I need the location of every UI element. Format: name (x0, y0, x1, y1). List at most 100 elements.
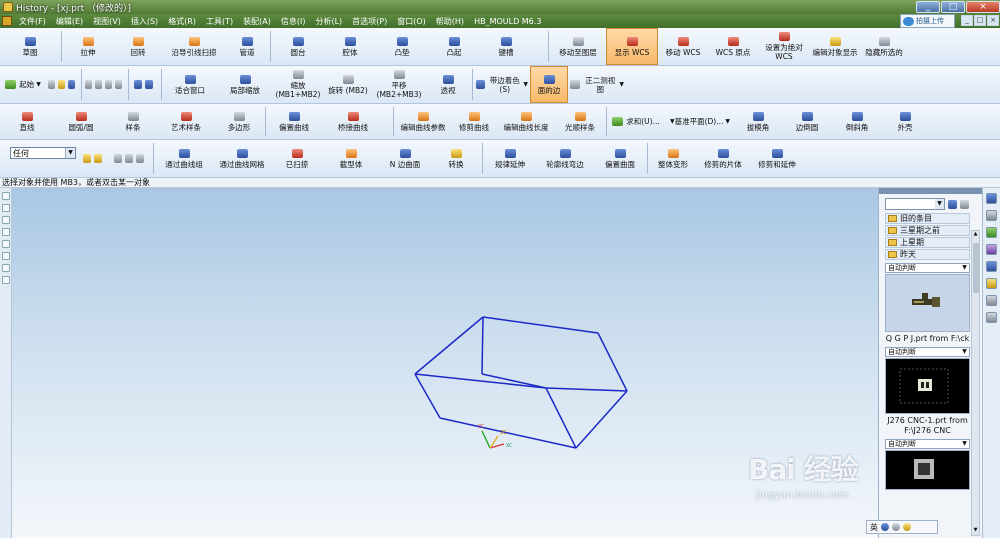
new-file-icon[interactable] (48, 80, 55, 89)
datum-tool-icon[interactable] (2, 276, 10, 284)
offset-curve-button[interactable]: 偏置曲线 (267, 104, 321, 139)
unite-dropdown[interactable]: 求和(U)... (608, 104, 664, 139)
curve-tool-icon[interactable] (2, 216, 10, 224)
shell-button[interactable]: 外壳 (882, 104, 928, 139)
history-entry-combo-1[interactable]: 自动判断 ▼ (885, 263, 970, 273)
bridge-curve-button[interactable]: 桥接曲线 (321, 104, 385, 139)
front-left-vertical-edge[interactable] (414, 373, 441, 419)
reuse-library-icon[interactable] (986, 227, 997, 238)
move-to-layer-button[interactable]: 移动至图层 (550, 28, 606, 65)
snap-point-icon[interactable] (83, 154, 91, 163)
edit-object-display-button[interactable]: 编辑对象显示 (810, 28, 860, 65)
spline-button[interactable]: 样条 (108, 104, 158, 139)
ime-language-bar[interactable]: 英 (866, 520, 938, 534)
pad-button[interactable]: 凸垫 (376, 28, 428, 65)
extrude-button[interactable]: 拉伸 (63, 28, 113, 65)
ime-settings-icon[interactable] (903, 523, 911, 531)
part-navigator-icon[interactable] (986, 193, 997, 204)
pocket-button[interactable]: 腔体 (324, 28, 376, 65)
scroll-down-icon[interactable]: ▼ (972, 527, 979, 535)
doc-close-button[interactable]: × (987, 15, 999, 26)
scroll-up-icon[interactable]: ▲ (972, 231, 979, 239)
hd3d-tools-icon[interactable] (986, 244, 997, 255)
folder-old-entries[interactable]: 旧的条目 (885, 213, 970, 224)
cut-icon[interactable] (85, 80, 92, 89)
history-address-input[interactable]: ▼ (885, 198, 945, 210)
top-right-edge[interactable] (597, 332, 628, 392)
right-bottom-edge[interactable] (575, 390, 628, 449)
history-thumbnail-2[interactable] (885, 358, 970, 414)
law-extension-button[interactable]: 规律延伸 (484, 140, 536, 177)
menu-format[interactable]: 格式(R) (163, 16, 201, 27)
contour-flange-button[interactable]: 轮廓线弯边 (536, 140, 594, 177)
perspective-button[interactable]: 透视 (425, 66, 471, 103)
edit-curve-length-button[interactable]: 编辑曲线长度 (497, 104, 555, 139)
top-front-edge-right[interactable] (545, 387, 628, 392)
n-sided-surface-button[interactable]: N 边曲面 (379, 140, 431, 177)
fit-button[interactable]: 适合窗口 (163, 66, 217, 103)
display-wcs-button[interactable]: 显示 WCS (606, 28, 658, 65)
menu-tools[interactable]: 工具(T) (201, 16, 238, 27)
arc-circle-button[interactable]: 圆弧/圆 (54, 104, 108, 139)
history-icon[interactable] (986, 278, 997, 289)
menu-hb-mould[interactable]: HB_MOULD M6.3 (469, 17, 546, 26)
slot-button[interactable]: 键槽 (480, 28, 532, 65)
sweep-along-guide-button[interactable]: 沿导引线扫掠 (163, 28, 225, 65)
copy-icon[interactable] (95, 80, 102, 89)
global-shaping-button[interactable]: 整体变形 (649, 140, 697, 177)
history-entry-combo-3[interactable]: 自动判断 ▼ (885, 439, 970, 449)
through-curves-button[interactable]: 通过曲线组 (155, 140, 213, 177)
revolve-button[interactable]: 回转 (113, 28, 163, 65)
shaded-with-edges-dropdown[interactable]: 带边着色(S) ▼ (474, 66, 530, 103)
emboss-button[interactable]: 凸起 (428, 28, 480, 65)
ime-mode-icon[interactable] (881, 523, 889, 531)
open-folder-icon[interactable] (58, 80, 65, 89)
line-tool-icon[interactable] (2, 192, 10, 200)
menu-window[interactable]: 窗口(O) (392, 16, 431, 27)
roles-icon[interactable] (986, 312, 997, 323)
top-left-edge[interactable] (414, 316, 484, 375)
select-filter-icon[interactable] (135, 154, 144, 163)
trimmed-sheet-button[interactable]: 修剪的片体 (697, 140, 749, 177)
menu-preferences[interactable]: 首选项(P) (347, 16, 392, 27)
snap-end-icon[interactable] (94, 154, 102, 163)
edit-curve-params-button[interactable]: 编辑曲线参数 (395, 104, 451, 139)
edge-blend-button[interactable]: 边倒圆 (782, 104, 832, 139)
arc-tool-icon[interactable] (2, 204, 10, 212)
history-entry-combo-2[interactable]: 自动判断 ▼ (885, 347, 970, 357)
top-front-edge[interactable] (414, 373, 547, 389)
minimize-button[interactable]: _ (916, 1, 940, 13)
spline-tool-icon[interactable] (2, 228, 10, 236)
save-icon[interactable] (68, 80, 75, 89)
inner-left-vertical-edge[interactable] (481, 316, 484, 375)
top-back-edge[interactable] (482, 316, 599, 334)
studio-spline-button[interactable]: 艺术样条 (158, 104, 214, 139)
polygon-tool-icon[interactable] (2, 264, 10, 272)
line-button[interactable]: 直线 (0, 104, 54, 139)
history-scrollbar[interactable]: ▲ ▼ (971, 230, 980, 536)
front-right-vertical-edge[interactable] (545, 387, 577, 449)
ime-punctuation-icon[interactable] (892, 523, 900, 531)
system-materials-icon[interactable] (986, 295, 997, 306)
transform-button[interactable]: 转换 (431, 140, 481, 177)
pan-button[interactable]: 平移 (MB2+MB3) (373, 66, 425, 103)
close-button[interactable]: × (966, 1, 1000, 13)
hide-selected-button[interactable]: 隐藏所选的 (860, 28, 908, 65)
assembly-navigator-icon[interactable] (986, 210, 997, 221)
menu-file[interactable]: 文件(F) (14, 16, 51, 27)
nx-logo-icon[interactable] (2, 16, 12, 26)
menu-insert[interactable]: 插入(S) (126, 16, 163, 27)
doc-minimize-button[interactable]: _ (961, 15, 973, 26)
datum-plane-dropdown[interactable]: ▼ 基准平面(D)... ▼ (664, 104, 734, 139)
menu-view[interactable]: 视图(V) (88, 16, 126, 27)
select-arrow-icon[interactable] (113, 154, 122, 163)
folder-yesterday[interactable]: 昨天 (885, 249, 970, 260)
offset-surface-button[interactable]: 偏置曲面 (594, 140, 646, 177)
smooth-spline-button[interactable]: 光顺样条 (555, 104, 605, 139)
wireframe-box-model[interactable] (414, 316, 628, 449)
cloud-upload-button[interactable]: 拍摄上传 (900, 14, 955, 28)
go-arrow-icon[interactable] (948, 199, 957, 209)
sketch-button[interactable]: 草图 (0, 28, 60, 65)
through-curve-mesh-button[interactable]: 通过曲线网格 (213, 140, 271, 177)
swept-button[interactable]: 已扫掠 (271, 140, 323, 177)
